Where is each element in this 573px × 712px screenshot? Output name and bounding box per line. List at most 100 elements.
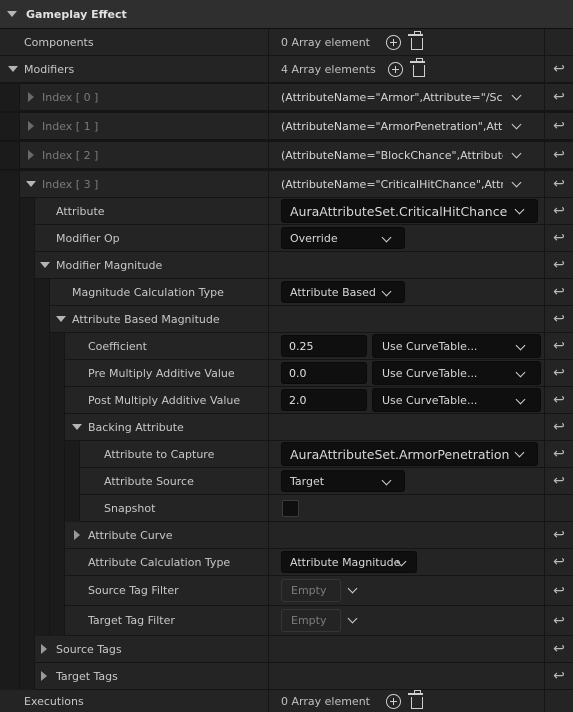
index-0-label: Index [ 0 ] xyxy=(42,90,99,104)
modifier-op-select[interactable]: Override xyxy=(281,227,405,249)
magnitude-calc-type-label: Magnitude Calculation Type xyxy=(72,285,224,299)
reset-arrow-icon[interactable]: ↩ xyxy=(553,230,565,246)
reset-arrow-icon[interactable]: ↩ xyxy=(553,147,565,163)
attribute-to-capture-label: Attribute to Capture xyxy=(104,447,215,461)
target-tags-label: Target Tags xyxy=(56,669,118,683)
add-element-icon[interactable] xyxy=(385,693,401,709)
snapshot-checkbox[interactable] xyxy=(282,499,299,517)
attribute-source-select[interactable]: Target xyxy=(281,470,405,492)
modifier-magnitude-label: Modifier Magnitude xyxy=(56,258,163,272)
target-tags-row: Target Tags ↩ xyxy=(0,663,573,690)
add-element-icon[interactable] xyxy=(387,61,403,77)
target-tag-filter-box[interactable]: Empty xyxy=(281,609,341,632)
expand-arrow-icon[interactable] xyxy=(41,671,47,681)
delete-all-icon[interactable] xyxy=(407,31,423,50)
post-multiply-curve-select[interactable]: Use CurveTable... xyxy=(372,388,541,412)
coefficient-curve-select[interactable]: Use CurveTable... xyxy=(372,334,541,358)
expand-arrow-icon[interactable] xyxy=(28,150,34,160)
post-multiply-input[interactable]: 2.0 xyxy=(281,389,367,411)
reset-arrow-icon[interactable]: ↩ xyxy=(553,554,565,570)
executions-count: 0 Array element xyxy=(281,694,370,708)
reset-arrow-icon[interactable]: ↩ xyxy=(553,118,565,134)
modifier-op-row: Modifier Op Override ↩ xyxy=(0,225,573,252)
attribute-curve-row: Attribute Curve ↩ xyxy=(0,522,573,549)
magnitude-calc-type-row: Magnitude Calculation Type Attribute Bas… xyxy=(0,279,573,306)
chevron-down-icon[interactable] xyxy=(347,613,358,624)
reset-arrow-icon[interactable]: ↩ xyxy=(553,89,565,105)
chevron-down-icon[interactable] xyxy=(511,148,522,158)
pre-multiply-input[interactable]: 0.0 xyxy=(281,362,367,384)
reset-arrow-icon[interactable]: ↩ xyxy=(553,61,565,77)
expand-arrow-icon[interactable] xyxy=(74,530,80,540)
reset-arrow-icon[interactable]: ↩ xyxy=(553,176,565,192)
delete-all-icon[interactable] xyxy=(409,58,425,77)
reset-arrow-icon[interactable]: ↩ xyxy=(553,338,565,354)
chevron-down-icon xyxy=(515,340,526,351)
reset-arrow-icon[interactable]: ↩ xyxy=(553,203,565,219)
post-multiply-row: Post Multiply Additive Value 2.0 Use Cur… xyxy=(0,387,573,414)
coefficient-label: Coefficient xyxy=(88,339,147,353)
index-2-row: Index [ 2 ] (AttributeName="BlockChance"… xyxy=(0,142,573,169)
add-element-icon[interactable] xyxy=(385,34,401,50)
source-tag-filter-box[interactable]: Empty xyxy=(281,579,341,602)
chevron-down-icon xyxy=(381,286,392,297)
collapse-arrow-icon[interactable] xyxy=(8,66,18,72)
attribute-based-magnitude-label: Attribute Based Magnitude xyxy=(72,312,220,326)
reset-arrow-icon[interactable]: ↩ xyxy=(553,473,565,489)
delete-all-icon[interactable] xyxy=(407,690,423,709)
modifiers-label: Modifiers xyxy=(24,62,75,76)
collapse-arrow-icon[interactable] xyxy=(26,181,36,187)
attribute-source-label: Attribute Source xyxy=(104,474,194,488)
reset-arrow-icon[interactable]: ↩ xyxy=(553,392,565,408)
chevron-down-icon xyxy=(515,367,526,378)
chevron-down-icon[interactable] xyxy=(511,177,522,187)
chevron-down-icon[interactable] xyxy=(511,90,522,100)
collapse-arrow-icon[interactable] xyxy=(72,424,82,430)
expand-arrow-icon[interactable] xyxy=(28,92,34,102)
attribute-curve-label: Attribute Curve xyxy=(88,528,173,542)
coefficient-input[interactable]: 0.25 xyxy=(281,335,367,357)
components-row: Components 0 Array element xyxy=(0,29,573,55)
reset-arrow-icon[interactable]: ↩ xyxy=(553,257,565,273)
components-count: 0 Array element xyxy=(281,35,370,49)
source-tag-filter-label: Source Tag Filter xyxy=(88,584,179,597)
index-0-row: Index [ 0 ] (AttributeName="Armor",Attri… xyxy=(0,84,573,111)
collapse-arrow-icon[interactable] xyxy=(7,11,17,17)
magnitude-calc-type-select[interactable]: Attribute Based xyxy=(281,281,405,303)
expand-arrow-icon[interactable] xyxy=(28,121,34,131)
modifiers-row: Modifiers 4 Array elements ↩ xyxy=(0,56,573,82)
reset-arrow-icon[interactable]: ↩ xyxy=(553,311,565,327)
expand-arrow-icon[interactable] xyxy=(41,644,47,654)
section-title: Gameplay Effect xyxy=(26,7,127,21)
attribute-calc-type-select[interactable]: Attribute Magnitude xyxy=(281,551,417,573)
chevron-down-icon[interactable] xyxy=(347,583,358,594)
attribute-calc-type-row: Attribute Calculation Type Attribute Mag… xyxy=(0,549,573,576)
attribute-select[interactable]: AuraAttributeSet.CriticalHitChance xyxy=(281,199,538,223)
backing-attribute-label: Backing Attribute xyxy=(88,420,184,434)
chevron-down-icon xyxy=(515,394,526,405)
pre-multiply-curve-select[interactable]: Use CurveTable... xyxy=(372,361,541,385)
attribute-based-magnitude-row: Attribute Based Magnitude ↩ xyxy=(0,306,573,333)
reset-arrow-icon[interactable]: ↩ xyxy=(553,668,565,684)
reset-arrow-icon[interactable]: ↩ xyxy=(553,613,565,629)
reset-arrow-icon[interactable]: ↩ xyxy=(553,527,565,543)
collapse-arrow-icon[interactable] xyxy=(56,316,66,322)
pre-multiply-row: Pre Multiply Additive Value 0.0 Use Curv… xyxy=(0,360,573,387)
gameplay-effect-header[interactable]: Gameplay Effect xyxy=(0,0,573,29)
index-0-summary: (AttributeName="Armor",Attribute="/Scrip… xyxy=(281,90,503,104)
reset-arrow-icon[interactable]: ↩ xyxy=(553,446,565,462)
source-tags-row: Source Tags ↩ xyxy=(0,636,573,663)
reset-arrow-icon[interactable]: ↩ xyxy=(553,583,565,599)
chevron-down-icon xyxy=(381,475,392,486)
attribute-to-capture-select[interactable]: AuraAttributeSet.ArmorPenetration xyxy=(281,442,538,466)
chevron-down-icon[interactable] xyxy=(511,119,522,129)
pre-multiply-label: Pre Multiply Additive Value xyxy=(88,366,235,380)
attribute-calc-type-label: Attribute Calculation Type xyxy=(88,555,231,569)
reset-arrow-icon[interactable]: ↩ xyxy=(553,641,565,657)
reset-arrow-icon[interactable]: ↩ xyxy=(553,419,565,435)
attribute-source-row: Attribute Source Target ↩ xyxy=(0,468,573,495)
reset-arrow-icon[interactable]: ↩ xyxy=(553,365,565,381)
backing-attribute-row: Backing Attribute ↩ xyxy=(0,414,573,441)
collapse-arrow-icon[interactable] xyxy=(40,262,50,268)
reset-arrow-icon[interactable]: ↩ xyxy=(553,284,565,300)
